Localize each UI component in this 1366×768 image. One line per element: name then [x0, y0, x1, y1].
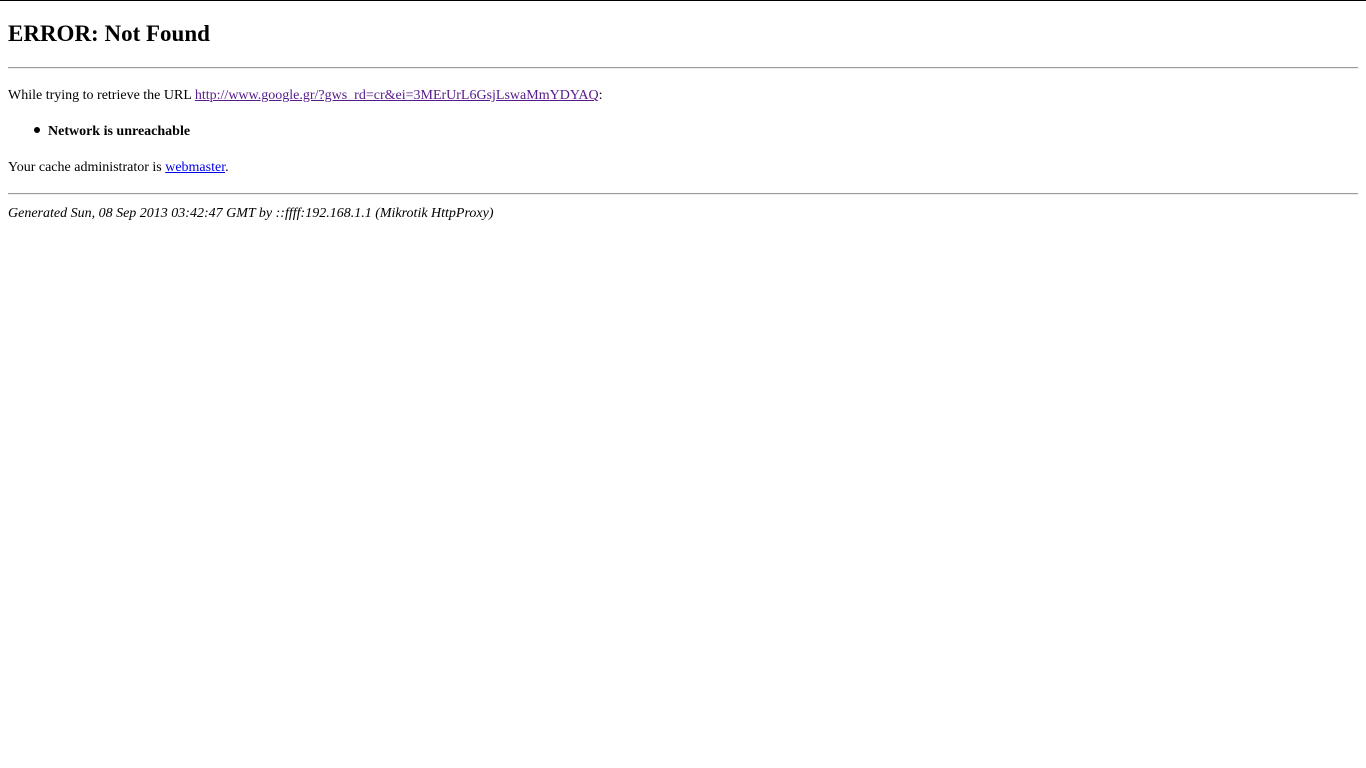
- bullet-icon: [34, 126, 40, 133]
- page-title: ERROR: Not Found: [8, 21, 210, 46]
- error-reason: Network is unreachable: [48, 124, 191, 139]
- retrieve-prefix: While trying to retrieve the URL: [8, 88, 195, 103]
- retrieve-message: While trying to retrieve the URL http://…: [8, 89, 602, 103]
- window-top-border: [0, 0, 1366, 1]
- footer-generated: Generated Sun, 08 Sep 2013 03:42:47 GMT …: [8, 206, 494, 221]
- retrieve-suffix: :: [598, 88, 603, 103]
- admin-suffix: .: [225, 160, 229, 175]
- horizontal-rule-top: [8, 67, 1358, 69]
- admin-message: Your cache administrator is webmaster.: [8, 161, 229, 175]
- error-reason-item: Network is unreachable: [34, 125, 190, 139]
- admin-prefix: Your cache administrator is: [8, 160, 166, 175]
- webmaster-link[interactable]: webmaster: [165, 160, 225, 175]
- requested-url-link[interactable]: http://www.google.gr/?gws_rd=cr&ei=3MErU…: [195, 88, 599, 103]
- horizontal-rule-bottom: [8, 193, 1358, 195]
